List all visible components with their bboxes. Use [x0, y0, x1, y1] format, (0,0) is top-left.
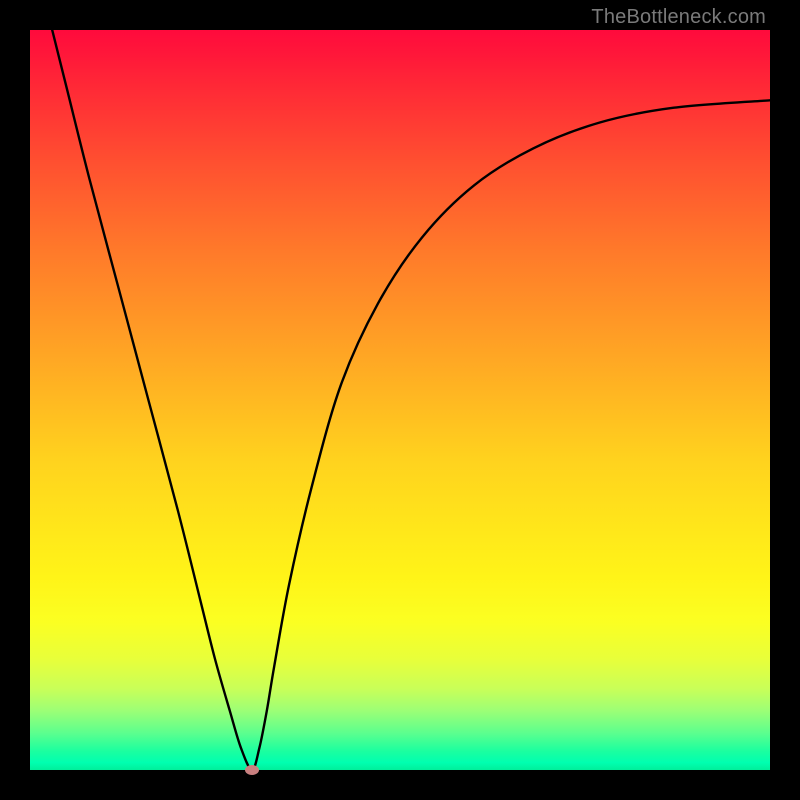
optimum-marker — [245, 765, 259, 775]
plot-area — [30, 30, 770, 770]
curve-path — [52, 30, 770, 770]
bottleneck-curve — [30, 30, 770, 770]
watermark-text: TheBottleneck.com — [591, 6, 766, 29]
chart-frame: TheBottleneck.com — [0, 0, 800, 800]
